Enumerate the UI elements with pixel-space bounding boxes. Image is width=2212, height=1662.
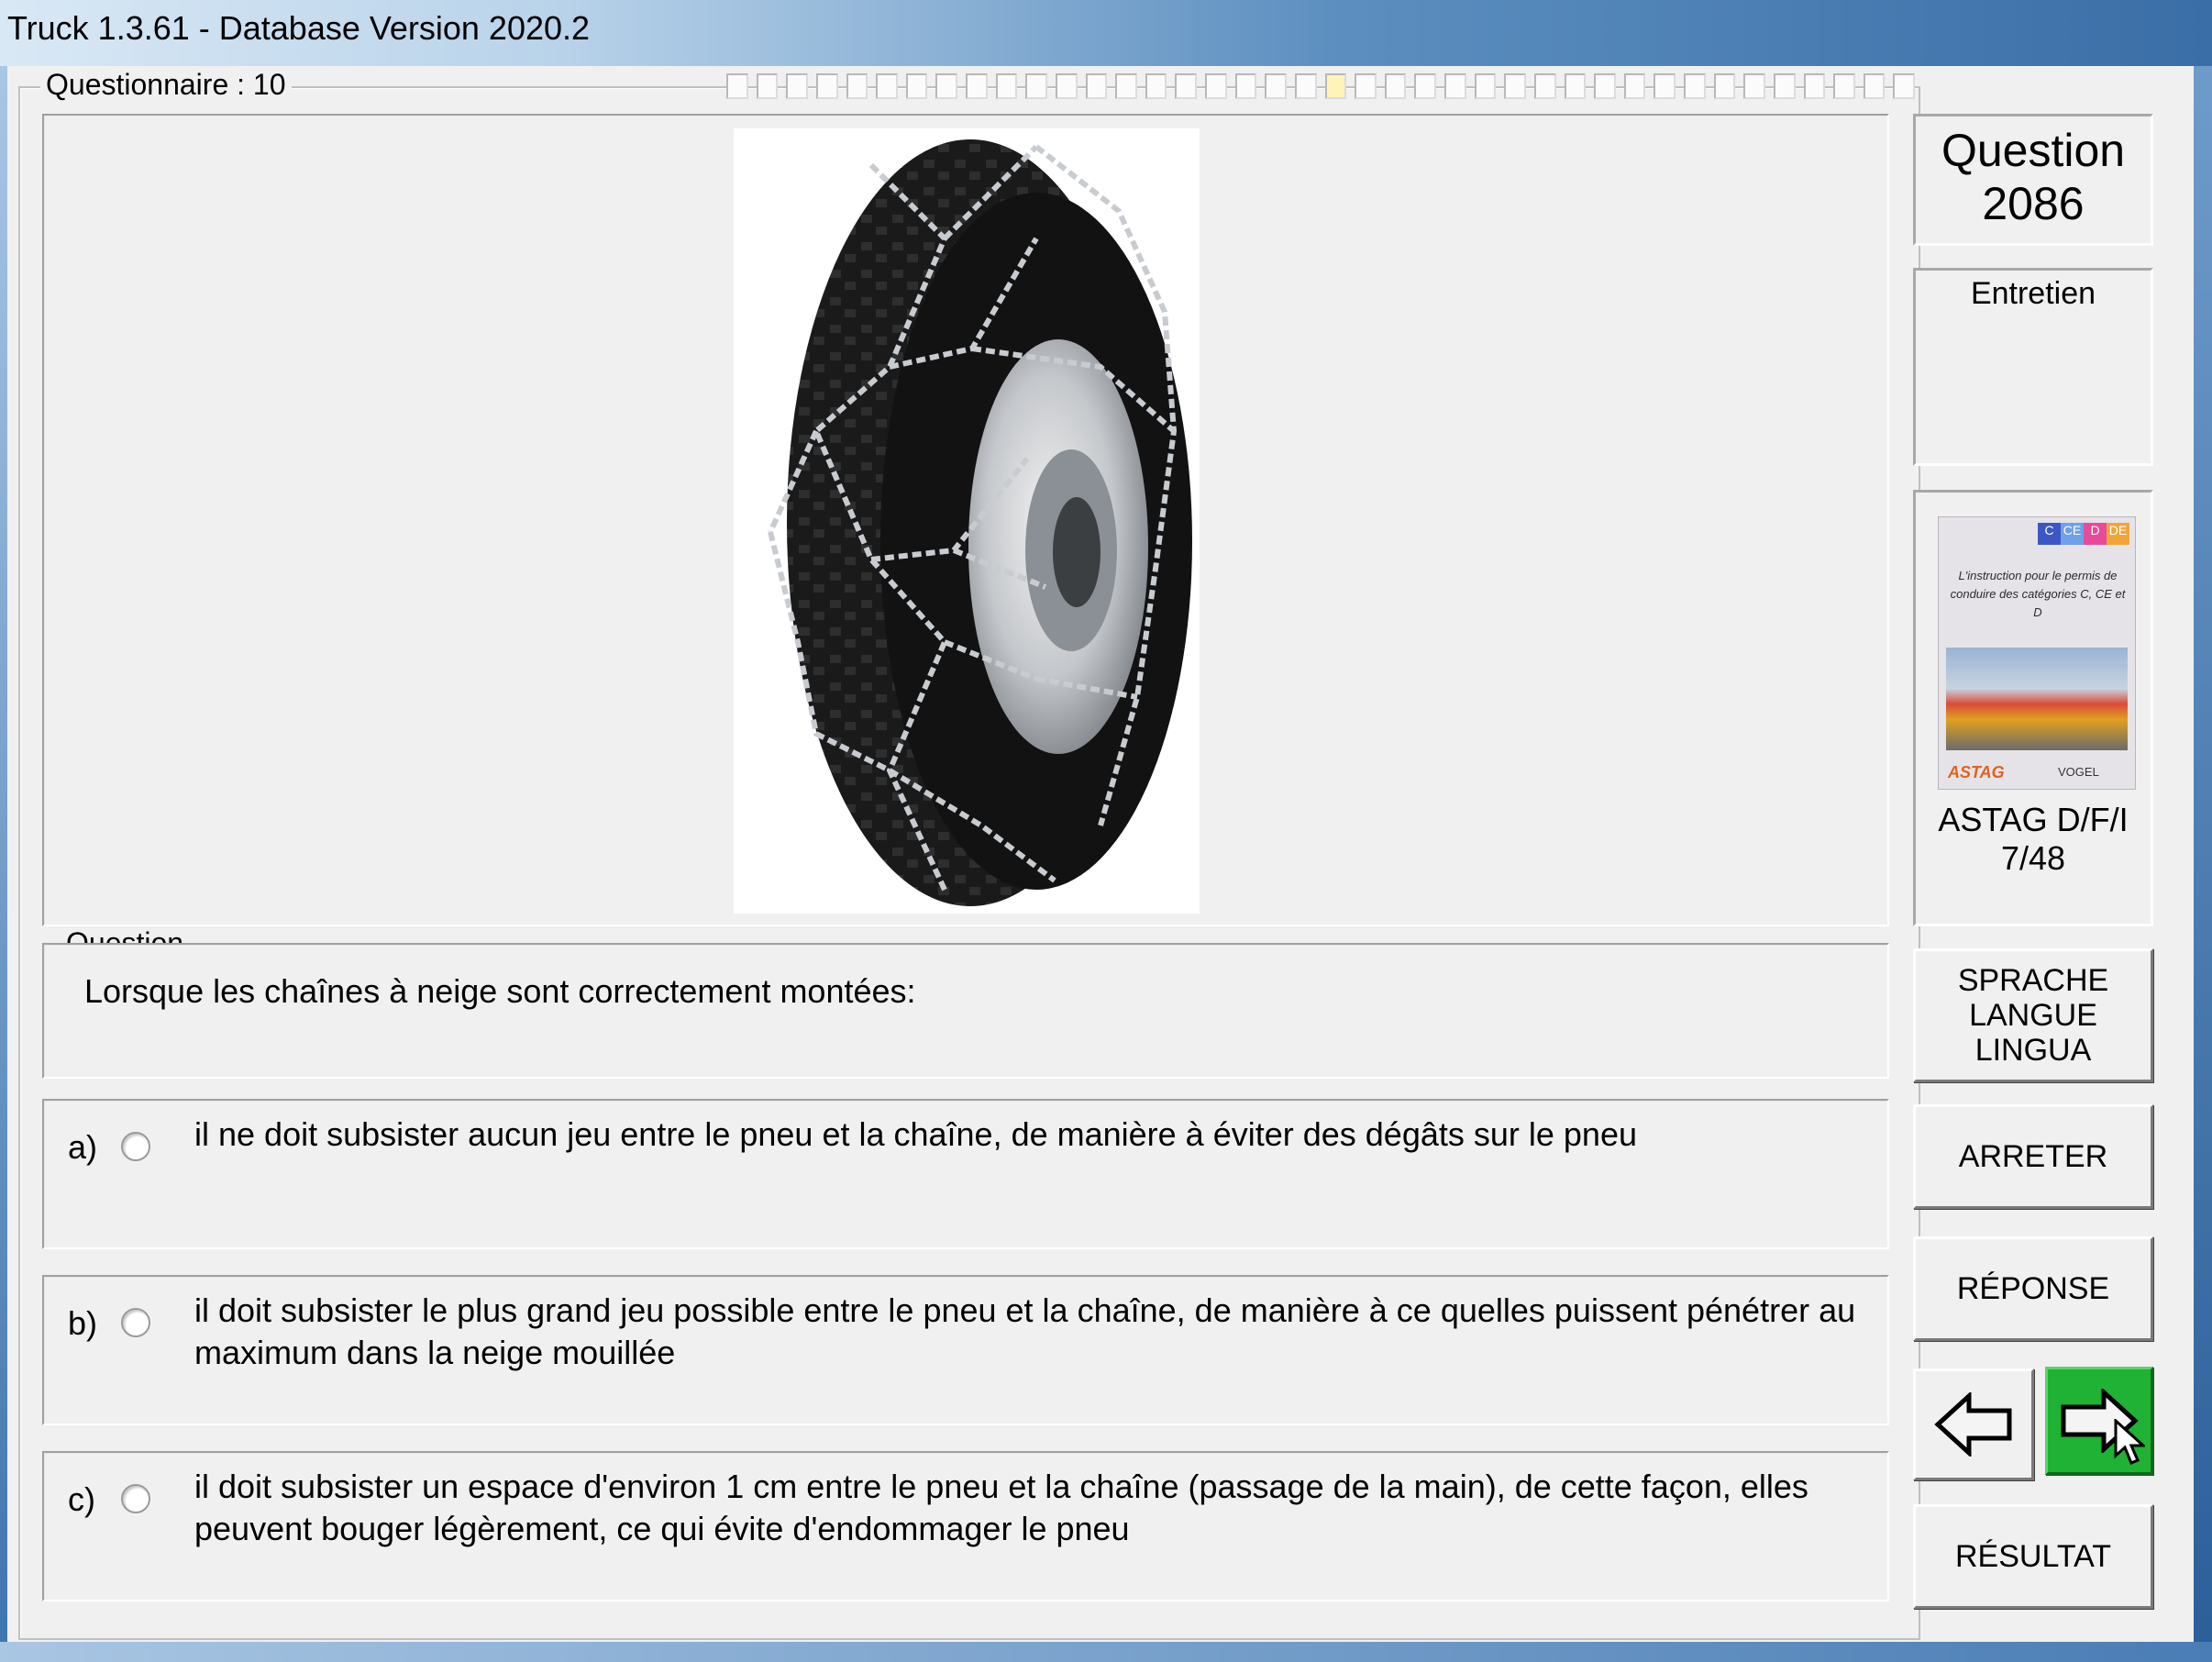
progress-segment xyxy=(846,73,868,99)
reference-book-panel: C CE D DE L'instruction pour le permis d… xyxy=(1913,490,2153,926)
progress-segment xyxy=(1564,73,1587,99)
window-title: Truck 1.3.61 - Database Version 2020.2 xyxy=(7,9,591,47)
progress-segment xyxy=(1355,73,1377,99)
progress-segment xyxy=(1684,73,1706,99)
window-border-right xyxy=(2194,66,2212,1662)
progress-segment xyxy=(1653,73,1676,99)
window-border-left xyxy=(0,66,7,1662)
book-cover-tags: C CE D DE xyxy=(2038,523,2129,545)
previous-button[interactable] xyxy=(1913,1368,2034,1480)
question-panel xyxy=(42,943,1889,1079)
progress-segment xyxy=(1115,73,1137,99)
book-cover-image: C CE D DE L'instruction pour le permis d… xyxy=(1938,516,2136,790)
result-button[interactable]: RÉSULTAT xyxy=(1913,1504,2153,1609)
progress-segment xyxy=(1893,73,1915,99)
answer-radio-b[interactable] xyxy=(121,1308,150,1337)
book-cover-tag: C xyxy=(2038,523,2061,545)
astag-logo: ASTAG xyxy=(1948,763,2005,781)
answer-label-a: a) xyxy=(68,1128,98,1166)
progress-segment xyxy=(1773,73,1796,99)
progress-segment xyxy=(1623,73,1646,99)
progress-segment xyxy=(995,73,1018,99)
book-title: ASTAG D/F/I xyxy=(1938,801,2129,838)
stop-button[interactable]: ARRETER xyxy=(1913,1104,2153,1209)
title-bar: Truck 1.3.61 - Database Version 2020.2 xyxy=(0,0,2212,66)
book-pages: 7/48 xyxy=(2000,839,2066,877)
language-button[interactable]: SPRACHE LANGUE LINGUA xyxy=(1913,948,2153,1082)
progress-segment xyxy=(1803,73,1826,99)
question-progress-bar xyxy=(726,73,1915,99)
progress-segment xyxy=(1234,73,1257,99)
answer-radio-c[interactable] xyxy=(121,1484,150,1513)
progress-segment xyxy=(1055,73,1078,99)
book-cover-text: L'instruction pour le permis de conduire… xyxy=(1950,569,2126,619)
progress-segment xyxy=(876,73,898,99)
mouse-cursor-icon xyxy=(2114,1419,2145,1465)
progress-segment xyxy=(1444,73,1466,99)
answer-radio-a[interactable] xyxy=(121,1132,150,1161)
progress-segment xyxy=(905,73,928,99)
progress-segment xyxy=(726,73,748,99)
question-text: Lorsque les chaînes à neige sont correct… xyxy=(84,972,916,1010)
progress-segment xyxy=(1414,73,1436,99)
progress-segment xyxy=(1265,73,1287,99)
language-label-fr: LANGUE xyxy=(1969,998,2097,1033)
answer-button[interactable]: RÉPONSE xyxy=(1913,1236,2153,1341)
category-label: Entretien xyxy=(1970,276,2096,311)
question-number-panel: Question 2086 xyxy=(1913,114,2153,246)
answer-text-c: il doit subsister un espace d'environ 1 … xyxy=(194,1468,1808,1547)
progress-segment xyxy=(1175,73,1197,99)
answer-text-a: il ne doit subsister aucun jeu entre le … xyxy=(194,1115,1637,1153)
progress-segment xyxy=(966,73,988,99)
answer-text-b: il doit subsister le plus grand jeu poss… xyxy=(194,1291,1856,1371)
language-label-de: SPRACHE xyxy=(1957,963,2109,998)
progress-segment xyxy=(1863,73,1886,99)
question-number-heading: Question xyxy=(1941,125,2126,176)
progress-segment xyxy=(756,73,779,99)
language-label-it: LINGUA xyxy=(1974,1033,2092,1068)
progress-segment xyxy=(1594,73,1616,99)
question-image xyxy=(734,128,1200,914)
progress-segment xyxy=(1205,73,1227,99)
progress-segment xyxy=(1384,73,1407,99)
progress-segment xyxy=(1324,73,1347,99)
book-cover-photo xyxy=(1946,648,2128,750)
progress-segment xyxy=(1833,73,1855,99)
arrow-left-icon xyxy=(1934,1392,2012,1457)
progress-segment xyxy=(1743,73,1765,99)
category-panel: Entretien xyxy=(1913,268,2153,466)
question-number: 2086 xyxy=(1982,178,2085,229)
progress-segment xyxy=(1145,73,1167,99)
progress-segment xyxy=(786,73,808,99)
book-cover-tag: D xyxy=(2084,523,2107,545)
progress-segment xyxy=(1504,73,1526,99)
questionnaire-label: Questionnaire : 10 xyxy=(40,68,292,102)
window-border-bottom xyxy=(0,1642,2212,1662)
book-cover-tag: DE xyxy=(2107,523,2129,545)
answer-label-c: c) xyxy=(68,1480,95,1518)
vogel-logo: VOGEL xyxy=(2058,765,2099,779)
progress-segment xyxy=(1474,73,1497,99)
book-cover-tag: CE xyxy=(2061,523,2084,545)
progress-segment xyxy=(1025,73,1047,99)
progress-segment xyxy=(815,73,838,99)
answer-label-b: b) xyxy=(68,1304,98,1342)
next-button[interactable] xyxy=(2045,1367,2153,1475)
progress-segment xyxy=(1713,73,1736,99)
progress-segment xyxy=(1533,73,1556,99)
progress-segment xyxy=(1085,73,1108,99)
progress-segment xyxy=(1294,73,1317,99)
progress-segment xyxy=(935,73,957,99)
tire-with-snow-chains-image xyxy=(768,139,1192,906)
